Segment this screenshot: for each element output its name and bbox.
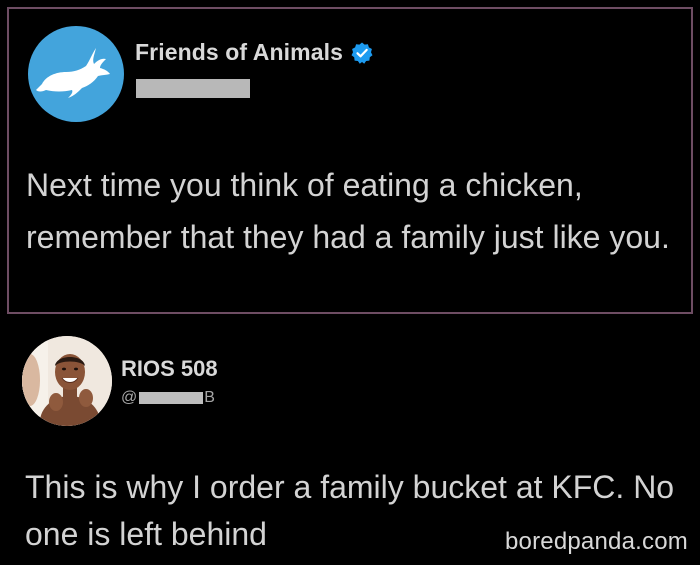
handle-prefix: @	[121, 389, 138, 406]
watermark: boredpanda.com	[505, 528, 688, 555]
original-tweet[interactable]: Friends of Animals Next time you think o…	[7, 7, 693, 314]
user-photo-avatar	[22, 336, 112, 426]
author-handle[interactable]: @ B	[121, 387, 215, 409]
redacted-handle	[136, 79, 250, 98]
avatar[interactable]	[28, 26, 124, 122]
redacted-handle	[139, 392, 204, 404]
handle-suffix: B	[204, 389, 215, 406]
author-display-name[interactable]: Friends of Animals	[135, 39, 343, 66]
tweet-text: Next time you think of eating a chicken,…	[26, 167, 670, 255]
rabbit-logo-icon	[36, 48, 110, 98]
avatar[interactable]	[22, 336, 112, 426]
author-name-row: Friends of Animals	[135, 39, 374, 66]
author-display-name[interactable]: RIOS 508	[121, 356, 218, 382]
verified-badge-icon	[350, 41, 374, 65]
